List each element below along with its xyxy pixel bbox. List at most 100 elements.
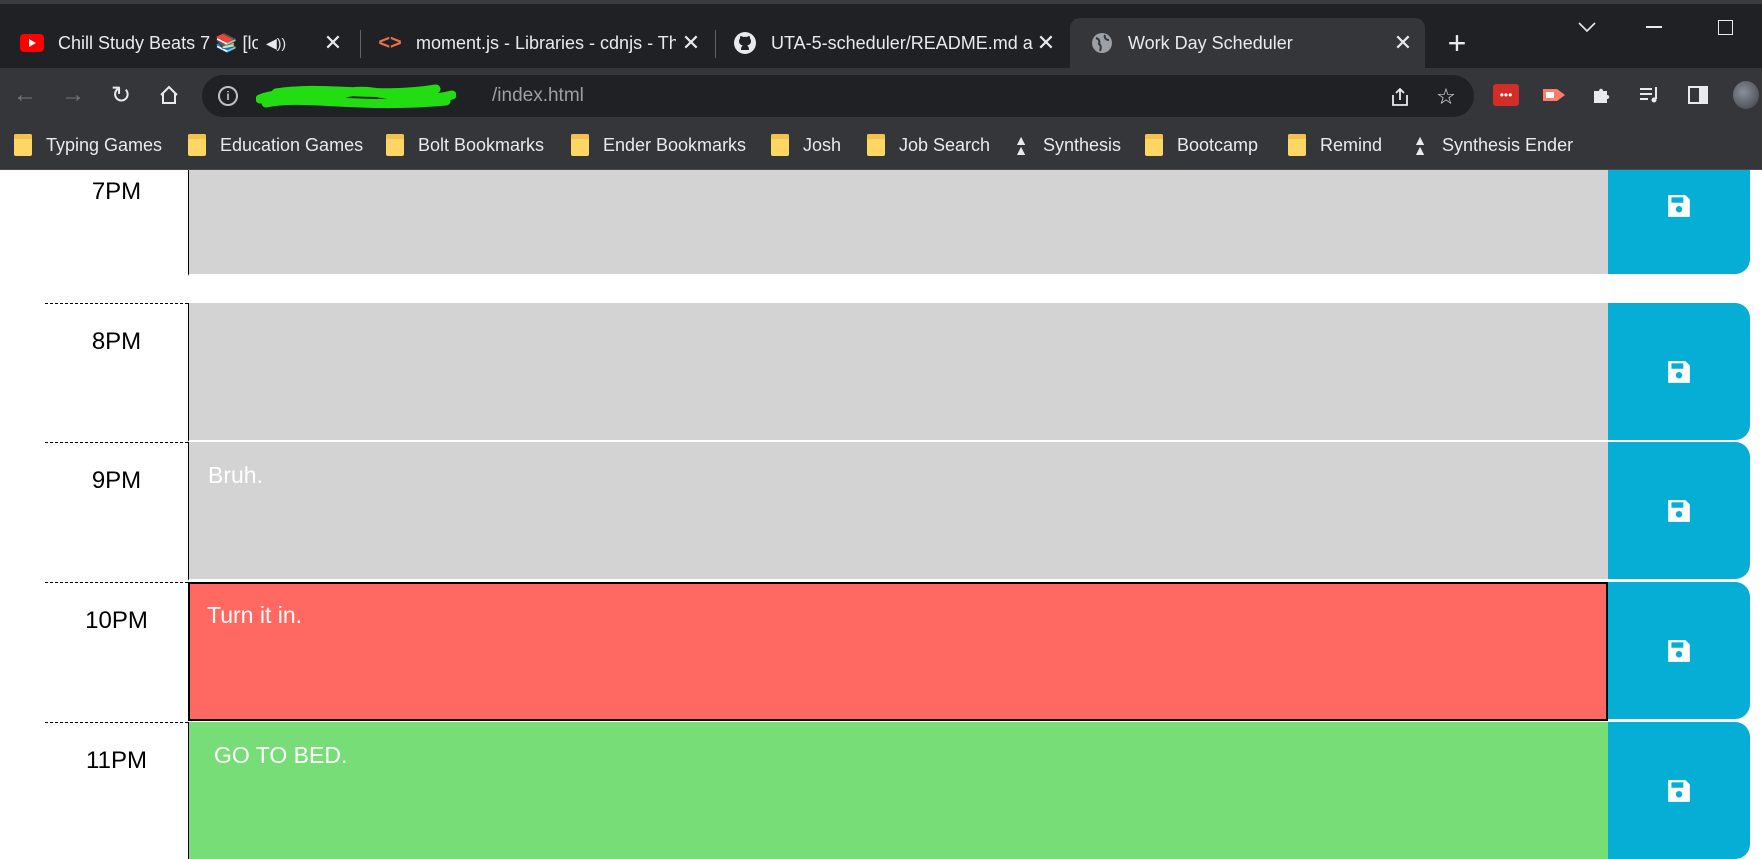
hour-label: 11PM bbox=[86, 747, 147, 774]
synthesis-icon: ▲ ▲ bbox=[1413, 132, 1427, 158]
save-icon bbox=[1668, 360, 1690, 383]
hour-cell: 9PM bbox=[45, 442, 188, 581]
time-block-10pm: 10PM Turn it in. bbox=[45, 582, 1750, 721]
tab-work-day-scheduler[interactable]: Work Day Scheduler ✕ bbox=[1070, 18, 1425, 68]
tab-title: moment.js - Libraries - cdnjs - Th bbox=[416, 32, 676, 53]
folder-icon bbox=[1288, 134, 1306, 156]
back-button[interactable]: ← bbox=[10, 80, 40, 110]
bookmark-synthesis[interactable]: ▲ ▲ Synthesis bbox=[1013, 132, 1121, 158]
bookmark-label: Education Games bbox=[220, 134, 364, 155]
address-url: /index.html bbox=[492, 85, 584, 106]
folder-icon bbox=[771, 134, 789, 156]
site-info-icon[interactable]: i bbox=[218, 86, 238, 106]
side-panel-icon[interactable] bbox=[1685, 82, 1711, 108]
hour-label: 10PM bbox=[85, 607, 148, 634]
tab-lofi[interactable]: Chill Study Beats 7 📚 [lofi h ◀)) ✕ bbox=[0, 18, 355, 68]
save-button[interactable] bbox=[1608, 303, 1750, 440]
globe-icon bbox=[1090, 31, 1114, 55]
event-textarea[interactable]: GO TO BED. bbox=[188, 722, 1608, 859]
tab-search-icon[interactable] bbox=[1567, 12, 1607, 42]
bookmark-education-games[interactable]: Education Games bbox=[188, 132, 363, 158]
lastpass-icon[interactable]: ••• bbox=[1493, 82, 1519, 108]
tab-strip: Chill Study Beats 7 📚 [lofi h ◀)) ✕ <> m… bbox=[0, 0, 1762, 68]
event-textarea[interactable]: Bruh. bbox=[188, 442, 1608, 581]
maximize-button[interactable] bbox=[1705, 12, 1745, 42]
tab-title: Work Day Scheduler bbox=[1128, 32, 1293, 53]
bookmark-job-search[interactable]: Job Search bbox=[867, 132, 990, 158]
home-icon bbox=[160, 85, 178, 104]
bookmark-ender-bookmarks[interactable]: Ender Bookmarks bbox=[571, 132, 746, 158]
save-icon bbox=[1668, 779, 1690, 802]
profile-avatar[interactable] bbox=[1733, 81, 1759, 109]
minimize-button[interactable] bbox=[1634, 12, 1674, 42]
folder-icon bbox=[1145, 134, 1163, 156]
bookmark-label: Bootcamp bbox=[1177, 134, 1259, 155]
close-tab-icon[interactable]: ✕ bbox=[679, 30, 703, 55]
forward-button[interactable]: → bbox=[58, 80, 88, 110]
bookmark-label: Typing Games bbox=[46, 134, 163, 155]
share-icon[interactable] bbox=[1388, 85, 1412, 109]
youtube-icon bbox=[20, 31, 44, 55]
bookmark-synthesis-ender[interactable]: ▲ ▲ Synthesis Ender bbox=[1412, 132, 1573, 158]
folder-icon bbox=[867, 134, 885, 156]
extensions-puzzle-icon[interactable] bbox=[1589, 82, 1615, 108]
time-block-8pm: 8PM bbox=[45, 303, 1750, 442]
redaction-scribble bbox=[256, 84, 456, 109]
bookmark-label: Bolt Bookmarks bbox=[418, 134, 545, 155]
browser-toolbar: ← → ↻ i /index.html ☆ ••• bbox=[0, 68, 1762, 122]
save-icon bbox=[1668, 639, 1690, 662]
hour-cell: 8PM bbox=[45, 303, 188, 442]
screencastify-icon[interactable] bbox=[1541, 82, 1567, 108]
bookmark-label: Synthesis Ender bbox=[1442, 134, 1574, 155]
event-textarea[interactable]: Turn it in. bbox=[188, 582, 1608, 721]
bookmark-label: Ender Bookmarks bbox=[603, 134, 747, 155]
time-block-7pm: 7PM bbox=[45, 170, 1750, 276]
save-button[interactable] bbox=[1608, 170, 1750, 274]
tab-github-readme[interactable]: UTA-5-scheduler/README.md at ✕ bbox=[713, 18, 1068, 68]
close-tab-icon[interactable]: ✕ bbox=[321, 30, 345, 55]
hour-label: 7PM bbox=[91, 178, 142, 205]
folder-icon bbox=[188, 134, 206, 156]
scheduler-page: 7PM 8PM 9PM Bruh. 10PM Turn it in. 11PM … bbox=[0, 170, 1762, 859]
event-textarea[interactable] bbox=[188, 303, 1608, 442]
tab-momentjs[interactable]: <> moment.js - Libraries - cdnjs - Th ✕ bbox=[358, 18, 713, 68]
new-tab-button[interactable]: + bbox=[1440, 25, 1474, 61]
hour-cell: 7PM bbox=[45, 170, 188, 276]
media-control-icon[interactable] bbox=[1637, 82, 1663, 108]
reload-button[interactable]: ↻ bbox=[106, 80, 136, 110]
home-button[interactable] bbox=[154, 80, 184, 110]
cdnjs-icon: <> bbox=[378, 31, 402, 54]
audio-playing-icon[interactable]: ◀)) bbox=[266, 35, 286, 52]
bookmark-bolt-bookmarks[interactable]: Bolt Bookmarks bbox=[386, 132, 544, 158]
bookmark-josh[interactable]: Josh bbox=[771, 132, 841, 158]
bookmark-typing-games[interactable]: Typing Games bbox=[14, 132, 162, 158]
tab-title: UTA-5-scheduler/README.md at bbox=[771, 32, 1033, 53]
event-textarea[interactable] bbox=[188, 170, 1608, 276]
event-text: Bruh. bbox=[208, 462, 263, 488]
save-icon bbox=[1668, 499, 1690, 522]
save-button[interactable] bbox=[1608, 582, 1750, 719]
tab-title: Chill Study Beats 7 📚 [lofi h bbox=[58, 32, 258, 53]
hour-label: 9PM bbox=[91, 467, 142, 494]
close-tab-icon[interactable]: ✕ bbox=[1391, 30, 1415, 55]
close-tab-icon[interactable]: ✕ bbox=[1034, 30, 1058, 55]
folder-icon bbox=[571, 134, 589, 156]
save-button[interactable] bbox=[1608, 722, 1750, 859]
bookmark-label: Synthesis bbox=[1043, 134, 1122, 155]
save-button[interactable] bbox=[1608, 442, 1750, 579]
bookmarks-bar: Typing Games Education Games Bolt Bookma… bbox=[0, 122, 1762, 170]
hour-cell: 11PM bbox=[45, 722, 188, 859]
bookmark-star-icon[interactable]: ☆ bbox=[1434, 84, 1458, 109]
bookmark-bootcamp[interactable]: Bootcamp bbox=[1145, 132, 1258, 158]
event-text: GO TO BED. bbox=[214, 742, 348, 768]
address-bar[interactable]: i /index.html ☆ bbox=[202, 75, 1474, 117]
bookmark-label: Job Search bbox=[899, 134, 991, 155]
save-icon bbox=[1668, 194, 1690, 217]
synthesis-icon: ▲ ▲ bbox=[1014, 132, 1028, 158]
bookmark-label: Josh bbox=[803, 134, 842, 155]
hour-cell: 10PM bbox=[45, 582, 188, 721]
time-block-11pm: 11PM GO TO BED. bbox=[45, 722, 1750, 859]
bookmark-remind[interactable]: Remind bbox=[1288, 132, 1382, 158]
github-icon bbox=[733, 31, 757, 55]
time-block-9pm: 9PM Bruh. bbox=[45, 442, 1750, 581]
